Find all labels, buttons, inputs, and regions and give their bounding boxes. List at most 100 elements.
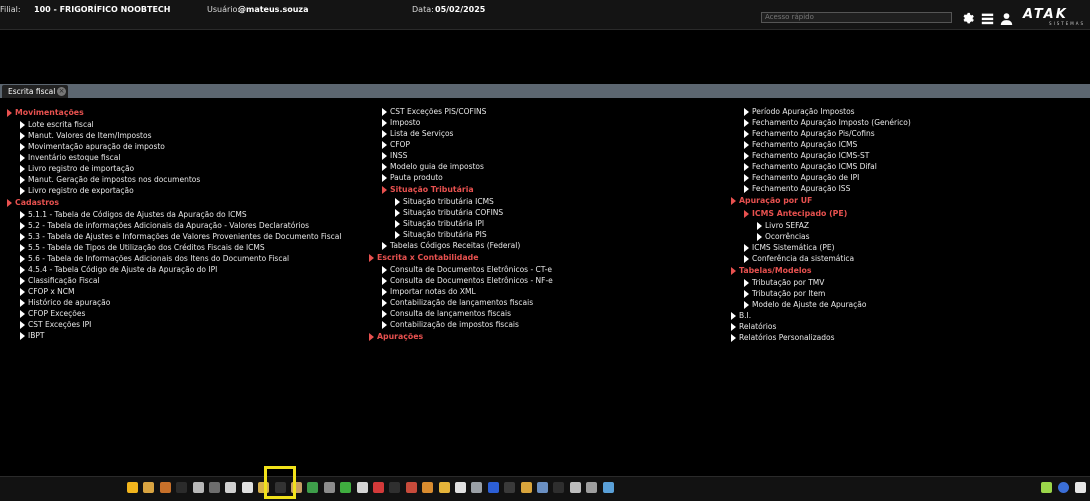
menu-item-tabelas-codigos-receitas-federal[interactable]: Tabelas Códigos Receitas (Federal) bbox=[382, 240, 520, 251]
arrow-right-icon bbox=[382, 130, 387, 138]
menu-item-cst-excecoes-pis-cofins[interactable]: CST Exceções PIS/COFINS bbox=[382, 106, 486, 117]
tab-label: Escrita fiscal bbox=[8, 87, 56, 96]
menu-item-label: Consulta de Documentos Eletrônicos - CT-… bbox=[390, 265, 553, 274]
network-icon[interactable] bbox=[569, 482, 581, 493]
users-card-icon[interactable] bbox=[537, 482, 548, 493]
printer-icon[interactable] bbox=[209, 482, 220, 493]
menu-section-cadastros[interactable]: Cadastros bbox=[7, 197, 59, 209]
menu-item-imposto[interactable]: Imposto bbox=[382, 117, 420, 128]
headset-icon[interactable] bbox=[586, 482, 598, 493]
menu-item-fechamento-apuracao-imposto-generico[interactable]: Fechamento Apuração Imposto (Genérico) bbox=[744, 117, 911, 128]
menu-section-tabelas-modelos[interactable]: Tabelas/Modelos bbox=[731, 265, 812, 277]
arrow-right-icon bbox=[369, 333, 374, 341]
close-tab-icon[interactable]: × bbox=[57, 87, 66, 96]
help-icon[interactable] bbox=[1058, 482, 1069, 493]
arrow-right-icon bbox=[744, 185, 749, 193]
boxes-icon[interactable] bbox=[520, 482, 532, 493]
exit-icon[interactable] bbox=[1075, 482, 1086, 493]
menu-item-pauta-produto[interactable]: Pauta produto bbox=[382, 172, 443, 183]
calculator-icon[interactable] bbox=[471, 482, 483, 493]
menu-item-label: Cadastros bbox=[15, 198, 60, 207]
truck-icon[interactable] bbox=[373, 482, 384, 493]
menu-item-lista-de-servicos[interactable]: Lista de Serviços bbox=[382, 128, 453, 139]
dollar-icon[interactable] bbox=[340, 482, 352, 493]
user-icon[interactable] bbox=[998, 10, 1014, 26]
menu-item-relatorios[interactable]: Relatórios bbox=[731, 321, 776, 332]
menu-item-modelo-de-ajuste-de-apuracao[interactable]: Modelo de Ajuste de Apuração bbox=[744, 299, 866, 310]
terminal-icon[interactable] bbox=[389, 482, 401, 493]
briefcase-icon[interactable] bbox=[159, 482, 171, 493]
battery-icon[interactable] bbox=[323, 482, 335, 493]
menu-item-label: Inventário estoque fiscal bbox=[28, 153, 121, 162]
tab-escrita-fiscal[interactable]: Escrita fiscal × bbox=[2, 85, 68, 98]
menu-item-relatorios-personalizados[interactable]: Relatórios Personalizados bbox=[731, 332, 835, 343]
menu-item-label: Situação tributária ICMS bbox=[403, 197, 494, 206]
menu-item-modelo-guia-de-impostos[interactable]: Modelo guia de impostos bbox=[382, 161, 484, 172]
menu-item-contabilizacao-de-lancamentos-fiscais[interactable]: Contabilização de lançamentos fiscais bbox=[382, 297, 533, 308]
arrow-right-icon bbox=[382, 152, 387, 160]
menu-item-label: Situação Tributária bbox=[390, 185, 474, 194]
menu-item-fechamento-apuracao-iss[interactable]: Fechamento Apuração ISS bbox=[744, 183, 850, 194]
arrow-right-icon bbox=[382, 299, 387, 307]
arrow-right-icon bbox=[744, 210, 749, 218]
menu-section-situacao-tributaria[interactable]: Situação Tributária bbox=[382, 184, 474, 196]
menu-item-icms-sistematica-pe[interactable]: ICMS Sistemática (PE) bbox=[744, 242, 835, 253]
filial-value[interactable]: 100 - FRIGORÍFICO NOOBTECH bbox=[34, 5, 170, 14]
arrow-right-icon bbox=[20, 211, 25, 219]
menu-item-cfop[interactable]: CFOP bbox=[382, 139, 410, 150]
menu-item-fechamento-apuracao-icms-st[interactable]: Fechamento Apuração ICMS-ST bbox=[744, 150, 869, 161]
menu-section-apuracao-por-uf[interactable]: Apuração por UF bbox=[731, 195, 812, 207]
menu-item-tributacao-por-item[interactable]: Tributação por Item bbox=[744, 288, 825, 299]
menu-item-consulta-de-documentos-eletronicos-nf-e[interactable]: Consulta de Documentos Eletrônicos - NF-… bbox=[382, 275, 553, 286]
menu-section-icms-antecipado-pe[interactable]: ICMS Antecipado (PE) bbox=[744, 208, 847, 220]
bottle-icon[interactable] bbox=[405, 482, 417, 493]
arrow-right-icon bbox=[744, 119, 749, 127]
menu-item-consulta-de-documentos-eletronicos-ct-e[interactable]: Consulta de Documentos Eletrônicos - CT-… bbox=[382, 264, 552, 275]
menu-item-inss[interactable]: INSS bbox=[382, 150, 407, 161]
dark-panel-icon[interactable] bbox=[176, 482, 188, 493]
favorites-star-icon[interactable] bbox=[127, 482, 138, 493]
menu-item-conferencia-da-sistematica[interactable]: Conferência da sistemática bbox=[744, 253, 854, 264]
arrow-right-icon bbox=[20, 299, 25, 307]
menu-item-b-i[interactable]: B.I. bbox=[731, 310, 757, 321]
cube-icon[interactable] bbox=[487, 482, 499, 493]
menu-icon[interactable] bbox=[979, 10, 995, 26]
card-icon[interactable] bbox=[422, 482, 434, 493]
list-dark-icon[interactable] bbox=[553, 482, 565, 493]
arrow-right-icon bbox=[731, 323, 736, 331]
scale-icon[interactable] bbox=[225, 482, 237, 493]
menu-item-label: Consulta de lançamentos fiscais bbox=[390, 309, 511, 318]
menu-item-label: Situação tributária COFINS bbox=[403, 208, 504, 217]
arrow-right-icon bbox=[369, 254, 374, 262]
menu-item-contabilizacao-de-impostos-fiscais[interactable]: Contabilização de impostos fiscais bbox=[382, 319, 519, 330]
group-icon[interactable] bbox=[602, 482, 614, 493]
document-grid-icon[interactable] bbox=[192, 482, 204, 493]
chart-icon[interactable] bbox=[438, 482, 450, 493]
menu-item-label: Movimentação apuração de imposto bbox=[28, 142, 165, 151]
arrow-right-icon bbox=[382, 266, 387, 274]
menu-item-fechamento-apuracao-icms[interactable]: Fechamento Apuração ICMS bbox=[744, 139, 857, 150]
favorite-add-icon[interactable] bbox=[1041, 482, 1052, 493]
pill-icon[interactable] bbox=[241, 482, 253, 493]
gear-icon[interactable] bbox=[959, 10, 975, 26]
menu-item-consulta-de-lancamentos-fiscais[interactable]: Consulta de lançamentos fiscais bbox=[382, 308, 511, 319]
globe-icon[interactable] bbox=[307, 482, 319, 493]
quick-access-input[interactable]: Acesso rápido bbox=[761, 12, 952, 23]
menu-item-label: Tributação por TMV bbox=[752, 278, 825, 287]
people-icon[interactable] bbox=[143, 482, 155, 493]
menu-item-tributacao-por-tmv[interactable]: Tributação por TMV bbox=[744, 277, 824, 288]
menu-item-importar-notas-do-xml[interactable]: Importar notas do XML bbox=[382, 286, 476, 297]
arrow-right-icon bbox=[20, 288, 25, 296]
menu-section-movimentacoes[interactable]: Movimentações bbox=[7, 107, 84, 119]
cash-register-icon[interactable] bbox=[356, 482, 368, 493]
tools-icon[interactable] bbox=[504, 482, 516, 493]
notepad-icon[interactable] bbox=[455, 482, 466, 493]
menu-item-fechamento-apuracao-pis-cofins[interactable]: Fechamento Apuração Pis/Cofins bbox=[744, 128, 875, 139]
menu-item-fechamento-apuracao-icms-difal[interactable]: Fechamento Apuração ICMS Difal bbox=[744, 161, 877, 172]
menu-section-apuracoes[interactable]: Apurações bbox=[369, 331, 423, 343]
menu-column-1: Movimentações Lote escrita fiscal Manut. V… bbox=[7, 106, 341, 341]
menu-section-escrita-x-contabilidade[interactable]: Escrita x Contabilidade bbox=[369, 252, 478, 264]
menu-item-periodo-apuracao-impostos[interactable]: Período Apuração Impostos bbox=[744, 106, 855, 117]
menu-item-label: Escrita x Contabilidade bbox=[377, 253, 479, 262]
menu-item-fechamento-apuracao-de-ipi[interactable]: Fechamento Apuração de IPI bbox=[744, 172, 859, 183]
